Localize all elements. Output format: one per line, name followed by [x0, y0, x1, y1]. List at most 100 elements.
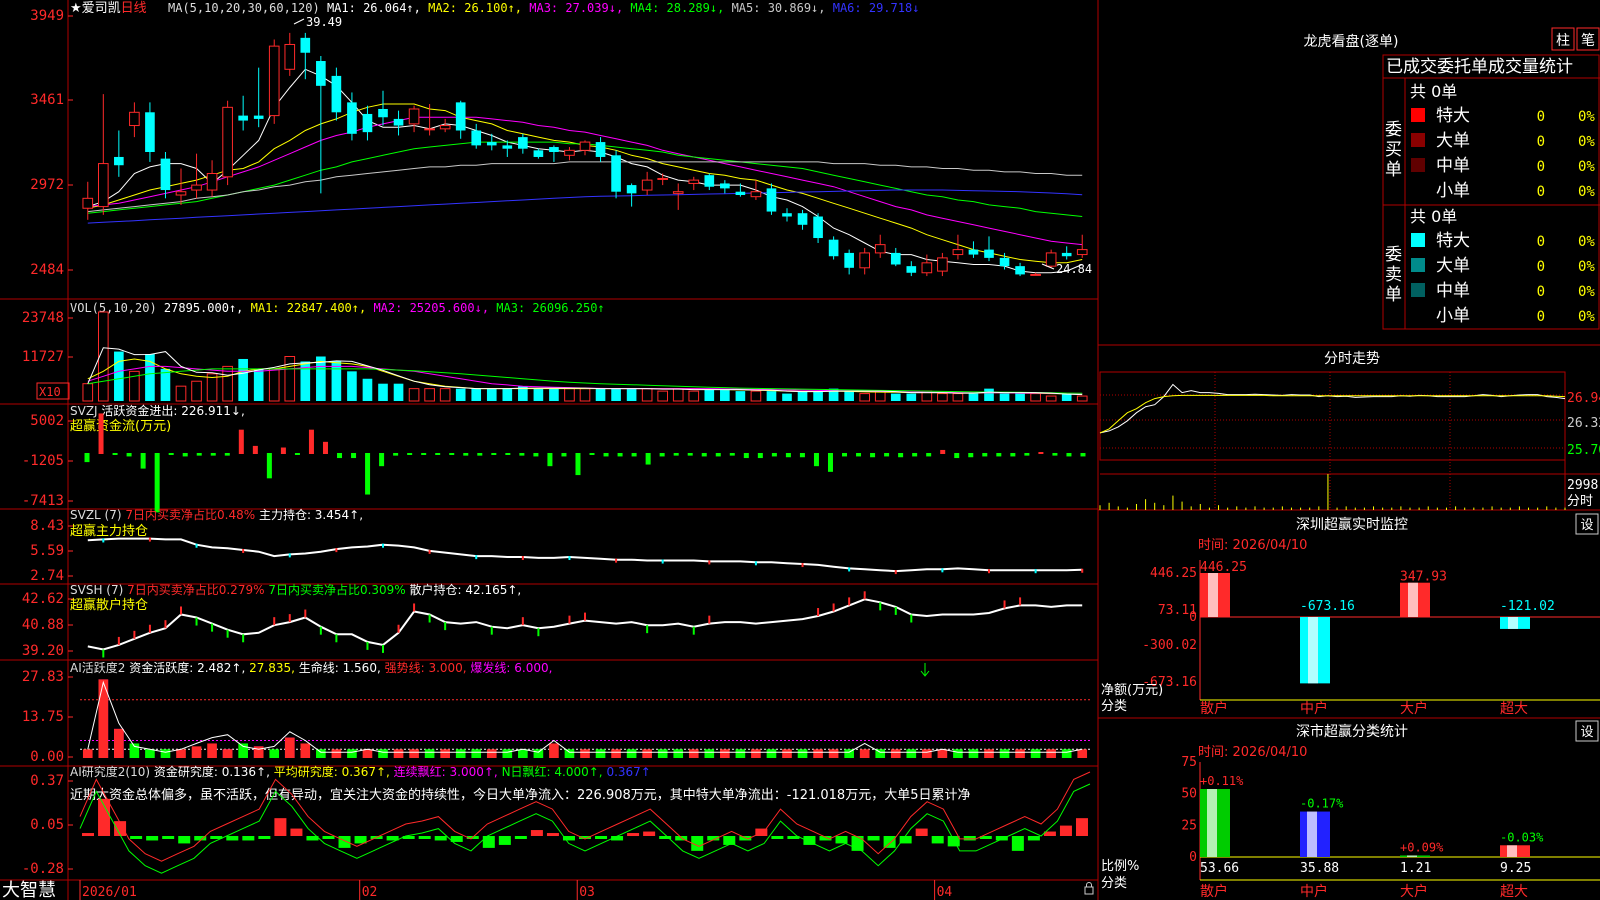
- ma-line-ma2: [87, 103, 1083, 264]
- svzj-bar: [898, 453, 904, 458]
- svsh-curve: [87, 598, 1083, 651]
- research-legend: AI研究度2(10) 资金研究度: 0.136↑, 平均研究度: 0.367↑,…: [70, 764, 651, 779]
- research-bar: [130, 836, 143, 839]
- intraday-chart: 26.94 26.32 25.70 2998分时: [1099, 371, 1600, 510]
- intraday-panel[interactable]: 分时走势 26.94 26.32 25.70 2998分时: [1099, 351, 1600, 510]
- candle-body: [424, 128, 435, 131]
- svzj-subtitle: 超赢资金流(万元): [70, 418, 171, 434]
- legend-item: 资金活跃度: 2.482↑,: [125, 660, 245, 675]
- vol-bar: [408, 388, 420, 402]
- monitor-settings-button[interactable]: 设: [1575, 513, 1599, 535]
- bar-mode-label: 柱: [1556, 33, 1570, 49]
- candle-body: [160, 158, 171, 191]
- svzj-bar: [673, 453, 679, 456]
- candle-body: [672, 191, 684, 194]
- classify-settings-button[interactable]: 设: [1575, 720, 1599, 742]
- candle-body: [952, 249, 964, 256]
- svzl-panel[interactable]: SVZL (7) 7日内买卖净占比0.48% 主力持仓: 3.454↑, 超赢主…: [30, 507, 1084, 584]
- candlesticks: [82, 32, 1088, 277]
- svzj-bar: [449, 453, 455, 455]
- candle-body: [129, 111, 140, 127]
- bar-mode-button[interactable]: 柱: [1551, 27, 1575, 51]
- legend-item: MA4: 28.289↓,: [623, 1, 724, 15]
- svsh-panel[interactable]: SVSH (7) 7日内买卖净占比0.279% 7日内买卖净占比0.309% 散…: [22, 582, 1083, 659]
- stock-title: ★爱司凯日线: [70, 1, 147, 16]
- candle-body: [222, 106, 233, 178]
- activity-bar: [890, 749, 901, 758]
- svzj-bar: [407, 453, 413, 455]
- svzj-axis: 5002 -1205 -7413: [22, 413, 73, 509]
- level-count: 0: [1537, 284, 1545, 300]
- activity-bar: [922, 749, 932, 758]
- vol-bar: [253, 368, 264, 401]
- svzj-bar: [393, 453, 399, 456]
- legend-item: MA1: 22847.400↑,: [243, 301, 366, 315]
- y-tick-label: 11727: [22, 349, 64, 365]
- monitor-panel[interactable]: 深圳超赢实时监控 设 时间: 2026/04/10 446.2573.110-3…: [1101, 513, 1600, 717]
- research-bar: [274, 818, 287, 836]
- ai-research-panel[interactable]: AI研究度2(10) 资金研究度: 0.136↑, 平均研究度: 0.367↑,…: [22, 764, 1091, 877]
- svzj-bars: [84, 413, 1086, 513]
- activity-bar: [549, 743, 559, 758]
- vol-bar: [549, 388, 559, 401]
- candle-body: [611, 155, 621, 192]
- activity-bar: [766, 749, 777, 758]
- svzj-bar: [238, 429, 244, 454]
- side-label-char: 卖: [1385, 265, 1402, 285]
- candle-body: [874, 244, 886, 254]
- research-bar: [322, 836, 335, 839]
- legend-item: MA3: 27.039↓,: [522, 1, 623, 15]
- legend-item: 生命线: 1.560,: [295, 660, 381, 675]
- vol-bar: [238, 358, 248, 401]
- activity-bar: [114, 728, 124, 758]
- pen-mode-button[interactable]: 笔: [1576, 27, 1600, 51]
- high-label: 39.49: [306, 15, 342, 29]
- classify-panel[interactable]: 深市超赢分类统计 设 时间: 2026/04/10 75 50 25 0 +0.11% 5…: [1101, 720, 1600, 900]
- svzj-bar: [224, 453, 230, 456]
- classify-ylabel: 比例%: [1101, 859, 1139, 874]
- date-label: 02: [362, 885, 378, 900]
- level-count: 0: [1537, 259, 1545, 275]
- research-bar: [595, 836, 608, 839]
- lock-icon[interactable]: [1084, 882, 1094, 895]
- svzj-panel[interactable]: SVZJ 活跃资金进出: 226.911↓, 超赢资金流(万元) 5002 -12…: [22, 403, 1086, 513]
- vol-bar: [766, 391, 777, 401]
- vol-bar: [984, 388, 994, 401]
- activity-bar: [1015, 749, 1025, 758]
- monitor-chart: 446.2573.110-300.02-673.16446.25散户-673.1…: [1142, 560, 1600, 717]
- research-bar: [338, 836, 351, 848]
- activity-bar: [704, 749, 715, 758]
- vol-bar: [641, 388, 653, 402]
- legend-item: 27895.000↑,: [157, 301, 244, 315]
- main-chart-panel[interactable]: ★爱司凯日线 MA(5,10,20,30,60,120) MA1: 26.064…: [30, 1, 1092, 278]
- ai-activity-panel[interactable]: AI活跃度2 资金活跃度: 2.482↑, 27.835, 生命线: 1.560…: [22, 660, 1090, 765]
- research-bar: [98, 798, 111, 836]
- activity-bar: [347, 749, 357, 758]
- classify-change-label: +0.11%: [1200, 774, 1244, 788]
- classify-change-label: -0.17%: [1300, 797, 1344, 811]
- intraday-avg-line: [1099, 394, 1566, 434]
- candle-body: [1015, 266, 1025, 275]
- legend-item: MA6: 29.718↓: [826, 1, 920, 15]
- y-tick-label: 8.43: [30, 518, 64, 534]
- activity-bar: [145, 749, 155, 758]
- monitor-value-label: -121.02: [1500, 599, 1555, 614]
- vol-bar: [471, 388, 482, 401]
- svzj-bar: [884, 453, 890, 457]
- legend-item: 7日内买卖净占比0.309%: [265, 582, 406, 597]
- y-tick-label: -0.28: [22, 861, 64, 877]
- research-bar: [258, 836, 271, 839]
- vol-bar: [1045, 395, 1057, 402]
- y-tick-label: 27.83: [22, 669, 64, 685]
- candle-body: [1076, 249, 1088, 256]
- svzj-bar: [210, 453, 216, 456]
- candle-body: [968, 249, 979, 255]
- volume-panel[interactable]: VOL(5,10,20) 27895.000↑, MA1: 22847.400↑…: [22, 301, 1088, 402]
- lhb-panel[interactable]: 龙虎看盘(逐单) 柱 笔 已成交委托单成交量统计 委买单共 0单特大 0 0%大单 0…: [1304, 27, 1600, 326]
- activity-bar: [688, 749, 699, 758]
- svzj-bar: [112, 453, 118, 455]
- classify-value-label: 53.66: [1200, 861, 1239, 876]
- buy-side-table: 委买单 共 0单特大 0 0% 大单 0 0% 中单 0 0% 小单 0 0%: [1385, 82, 1595, 201]
- vol-bar: [657, 390, 669, 402]
- vol-bar: [720, 388, 730, 401]
